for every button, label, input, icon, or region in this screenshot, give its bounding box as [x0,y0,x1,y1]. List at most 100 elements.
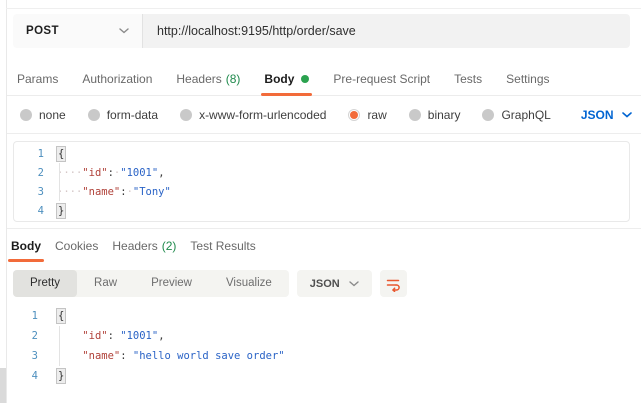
request-tab-params[interactable]: Params [17,62,58,95]
view-mode-preview[interactable]: Preview [134,270,209,297]
line-number: 4 [14,205,44,217]
response-tab-body[interactable]: Body [11,229,41,262]
radio-label: form-data [107,108,158,122]
code-token: "hello world save order" [133,350,285,362]
radio-icon [180,109,192,121]
code-line-row: 3 "name": "hello world save order" [7,346,641,366]
code-line: } [38,370,65,382]
body-type-raw[interactable]: raw [348,108,386,122]
code-token: "name" [82,350,120,362]
chevron-down-icon [622,112,632,118]
response-tab-cookies[interactable]: Cookies [55,229,98,262]
chevron-down-icon [119,28,129,34]
body-type-none[interactable]: none [20,108,66,122]
method-select[interactable]: POST [13,14,143,48]
body-type-options: none form-data x-www-form-urlencoded raw bin… [20,108,573,122]
request-tab-settings[interactable]: Settings [506,62,549,95]
tab-label: Params [17,72,58,86]
tab-label: Headers [176,72,221,86]
indent-guide [59,163,60,201]
line-number: 2 [7,330,38,342]
body-type-x-www-form-urlencoded[interactable]: x-www-form-urlencoded [180,108,326,122]
tab-label: Authorization [82,72,152,86]
body-type-graphql[interactable]: GraphQL [482,108,550,122]
code-token: , [158,167,164,179]
line-number: 1 [7,310,38,322]
url-input[interactable]: http://localhost:9195/http/order/save [143,14,630,48]
code-token: "1001" [120,167,158,179]
code-token: "name" [82,186,120,198]
word-wrap-icon [385,276,401,292]
body-type-row: none form-data x-www-form-urlencoded raw bin… [7,96,641,134]
code-token: "1001" [120,330,158,342]
tab-label: Tests [454,72,482,86]
code-token: } [57,204,65,218]
code-line-row: 1{ [14,144,629,163]
request-tab-body[interactable]: Body [264,62,309,95]
code-line: "id": "1001", [38,330,165,342]
code-token: } [57,369,65,383]
radio-icon [348,109,360,121]
code-token: "Tony" [133,186,171,198]
code-token: : [108,330,121,342]
request-tabs: Params Authorization Headers (8) Body Pre-req… [7,62,641,96]
request-tab-authorization[interactable]: Authorization [82,62,152,95]
wrap-text-button[interactable] [380,270,407,297]
tab-label: Cookies [55,239,98,253]
line-number: 2 [14,167,44,179]
code-token: : [120,350,133,362]
tab-count-badge: (8) [226,72,241,86]
radio-label: GraphQL [501,108,550,122]
radio-icon [20,109,32,121]
view-mode-pretty[interactable]: Pretty [13,270,77,297]
radio-label: x-www-form-urlencoded [199,108,326,122]
code-line-row: 1{ [7,306,641,326]
tab-label: Headers [112,239,157,253]
response-view-switcher: PrettyRawPreviewVisualize [13,270,289,297]
request-tab-tests[interactable]: Tests [454,62,482,95]
line-number: 4 [7,370,38,382]
code-line: ····"id":·"1001", [44,167,165,179]
body-type-form-data[interactable]: form-data [88,108,158,122]
code-line: ····"name":·"Tony" [44,186,171,198]
postman-request-panel: POST http://localhost:9195/http/order/sa… [0,0,641,403]
radio-icon [88,109,100,121]
response-language-select[interactable]: JSON [297,270,372,297]
code-line-row: 4} [7,366,641,386]
code-token: { [57,147,65,161]
code-token [57,350,82,362]
code-line-row: 4} [14,201,629,220]
tab-label: Body [264,72,294,86]
tab-label: Body [11,239,41,253]
code-token: , [158,330,164,342]
method-label: POST [26,25,59,37]
code-token: ···· [57,167,82,179]
request-tab-headers[interactable]: Headers (8) [176,62,240,95]
radio-label: raw [367,108,386,122]
body-type-binary[interactable]: binary [409,108,461,122]
response-toolbar: PrettyRawPreviewVisualize JSON [13,270,641,297]
chevron-down-icon [349,281,359,287]
code-line-row: 3····"name":·"Tony" [14,182,629,201]
response-body-editor[interactable]: 1{2 "id": "1001",3 "name": "hello world … [7,306,641,386]
request-tab-pre-request-script[interactable]: Pre-request Script [333,62,430,95]
line-number: 3 [7,350,38,362]
panel-corner-block [0,368,6,403]
view-mode-raw[interactable]: Raw [77,270,134,297]
request-language-label: JSON [581,108,614,122]
code-line-row: 2 "id": "1001", [7,326,641,346]
request-url-bar: POST http://localhost:9195/http/order/sa… [13,14,630,48]
code-line: { [38,310,65,322]
tab-label: Settings [506,72,549,86]
line-number: 3 [14,186,44,198]
response-tabs: Body Cookies Headers(2) Test Results [7,229,641,262]
response-section: Body Cookies Headers(2) Test Results Pretty… [7,228,641,386]
view-mode-visualize[interactable]: Visualize [209,270,289,297]
radio-label: binary [428,108,461,122]
request-body-editor[interactable]: 1{2····"id":·"1001",3····"name":·"Tony"4… [13,141,630,222]
radio-icon [482,109,494,121]
request-language-select[interactable]: JSON [581,108,632,122]
code-line: { [44,148,65,160]
response-tab-headers[interactable]: Headers(2) [112,229,176,262]
response-tab-test-results[interactable]: Test Results [190,229,255,262]
